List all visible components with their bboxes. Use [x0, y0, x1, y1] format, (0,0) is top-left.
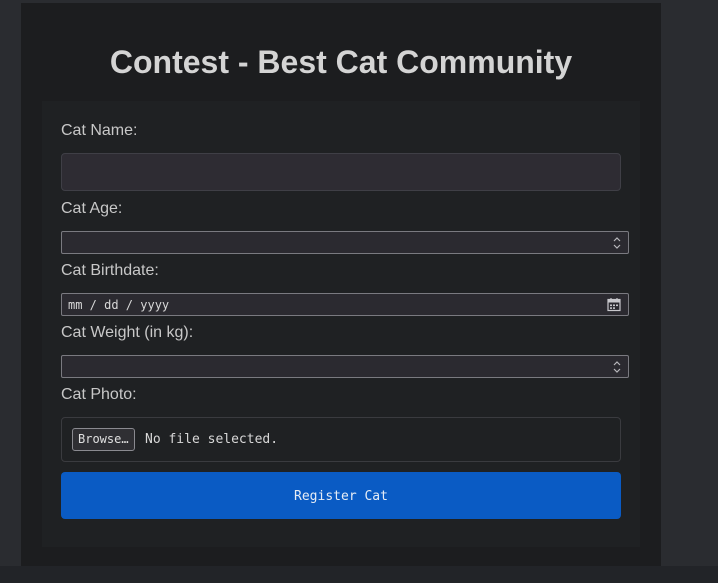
cat-age-label: Cat Age: [61, 200, 123, 217]
contest-card: Contest - Best Cat Community Cat Name: C… [21, 3, 661, 566]
cat-weight-label: Cat Weight (in kg): [61, 324, 194, 341]
cat-birthdate-input[interactable]: mm / dd / yyyy [61, 293, 629, 316]
cat-weight-input[interactable] [61, 355, 629, 378]
browse-button[interactable]: Browse… [72, 428, 135, 451]
cat-name-input[interactable] [61, 153, 621, 191]
cat-age-input[interactable] [61, 231, 629, 254]
spinner-arrows-icon[interactable] [612, 358, 622, 375]
spinner-arrows-icon[interactable] [612, 234, 622, 251]
register-cat-button[interactable]: Register Cat [61, 472, 621, 519]
page-footer-band [0, 566, 718, 583]
file-status-text: No file selected. [145, 432, 279, 447]
calendar-icon[interactable] [607, 297, 621, 312]
cat-registration-form: Cat Name: Cat Age: Cat Birthdate: mm / d… [42, 101, 640, 547]
cat-birthdate-label: Cat Birthdate: [61, 262, 159, 279]
cat-name-label: Cat Name: [61, 122, 138, 139]
cat-photo-file-input[interactable]: Browse… No file selected. [61, 417, 621, 462]
cat-photo-label: Cat Photo: [61, 386, 137, 403]
page-title: Contest - Best Cat Community [109, 44, 573, 80]
date-placeholder: mm / dd / yyyy [68, 298, 170, 312]
